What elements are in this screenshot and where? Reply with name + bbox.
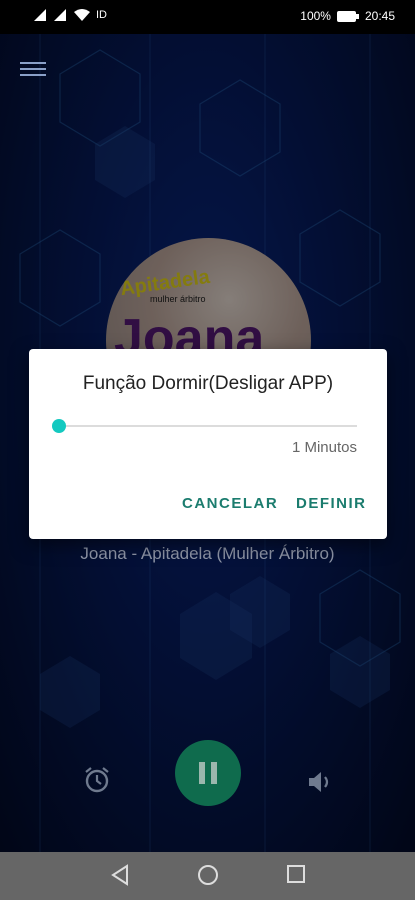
cancel-button[interactable]: CANCELAR: [182, 495, 278, 512]
recents-icon[interactable]: [287, 864, 305, 886]
pause-icon: [199, 762, 205, 784]
home-icon[interactable]: [197, 864, 219, 886]
navigation-bar: [0, 852, 415, 900]
define-button[interactable]: DEFINIR: [296, 495, 367, 512]
pause-icon: [211, 762, 217, 784]
pause-button[interactable]: [175, 740, 241, 806]
volume-icon[interactable]: [305, 768, 333, 796]
menu-icon[interactable]: [20, 58, 46, 78]
dialog-title: Função Dormir(Desligar APP): [82, 373, 334, 394]
status-icon-extra: ID: [96, 9, 107, 21]
sleep-timer-dialog: Função Dormir(Desligar APP) 1 Minutos CA…: [29, 349, 387, 539]
signal-icon: [54, 9, 66, 21]
alarm-icon[interactable]: [83, 766, 111, 794]
slider-track[interactable]: [59, 425, 357, 427]
player-controls: [0, 740, 415, 820]
track-title: Joana - Apitadela (Mulher Árbitro): [80, 544, 335, 563]
slider-thumb[interactable]: [52, 419, 66, 433]
status-icons-right: 100% 20:45: [300, 9, 395, 23]
back-icon[interactable]: [110, 864, 130, 886]
signal-icon: [34, 9, 46, 21]
clock: 20:45: [364, 9, 395, 23]
status-icons-left: ID: [34, 9, 107, 21]
battery-icon: [336, 10, 359, 22]
wifi-icon: [74, 9, 90, 21]
status-bar: ID 100% 20:45: [0, 0, 415, 34]
minutes-label: 1 Minutos: [291, 439, 357, 456]
battery-percent: 100%: [300, 9, 331, 23]
